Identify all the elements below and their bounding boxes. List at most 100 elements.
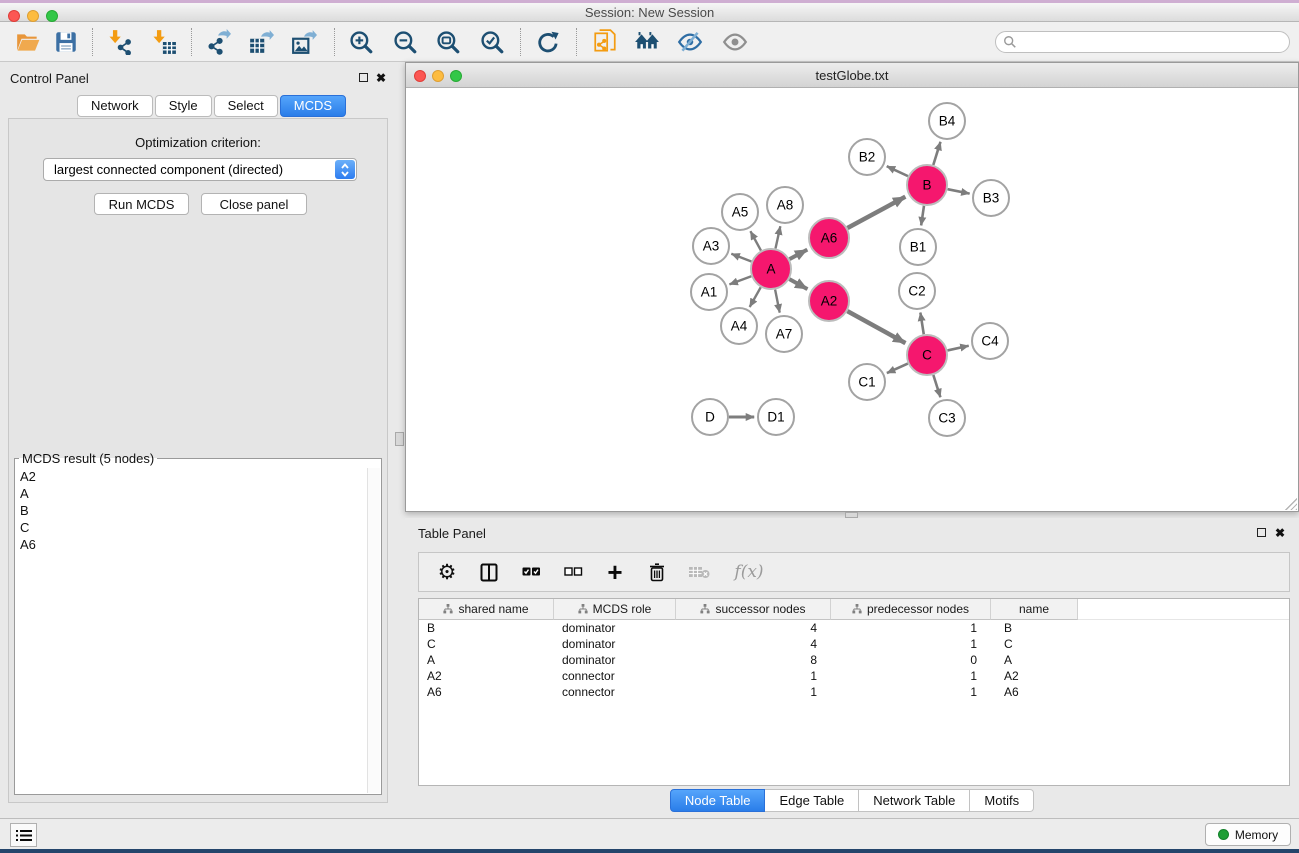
graph-edge-A-A3[interactable] xyxy=(731,254,751,262)
graph-edge-A-A2[interactable] xyxy=(789,279,807,289)
tab-mcds[interactable]: MCDS xyxy=(280,95,346,117)
table-cell[interactable]: dominator xyxy=(554,636,676,652)
graph-node-B1[interactable]: B1 xyxy=(900,229,936,265)
tab-network-table[interactable]: Network Table xyxy=(859,789,970,812)
graph-node-B[interactable]: B xyxy=(907,165,947,205)
table-cell[interactable]: A xyxy=(991,652,1078,668)
table-cell[interactable]: 4 xyxy=(676,636,831,652)
table-cell[interactable]: A6 xyxy=(991,684,1078,700)
float-panel-icon[interactable] xyxy=(359,73,368,82)
graph-edge-C-C3[interactable] xyxy=(933,375,940,397)
graph-node-B4[interactable]: B4 xyxy=(929,103,965,139)
table-row[interactable]: Adominator80A xyxy=(419,652,1289,668)
graph-node-D[interactable]: D xyxy=(692,399,728,435)
zoom-in-button[interactable] xyxy=(346,27,376,57)
export-network-button[interactable] xyxy=(203,27,233,57)
task-history-button[interactable] xyxy=(10,823,37,847)
close-panel-icon[interactable]: ✖ xyxy=(376,72,386,84)
select-all-rows-button[interactable] xyxy=(517,558,545,586)
tab-node-table[interactable]: Node Table xyxy=(670,789,766,812)
column-header-MCDS-role[interactable]: MCDS role xyxy=(554,599,676,620)
mcds-result-item[interactable]: A2 xyxy=(16,468,367,485)
graph-node-A2[interactable]: A2 xyxy=(809,281,849,321)
add-row-button[interactable]: + xyxy=(601,558,629,586)
graph-edge-B-B2[interactable] xyxy=(887,166,908,176)
memory-button[interactable]: Memory xyxy=(1205,823,1291,846)
graph-node-C[interactable]: C xyxy=(907,335,947,375)
table-cell[interactable]: 1 xyxy=(676,668,831,684)
table-cell[interactable]: 1 xyxy=(676,684,831,700)
tab-select[interactable]: Select xyxy=(214,95,278,117)
tab-network[interactable]: Network xyxy=(77,95,153,117)
graph-edge-A2-C[interactable] xyxy=(847,311,905,343)
graph-edge-C-C4[interactable] xyxy=(947,346,968,351)
graph-edge-A-A7[interactable] xyxy=(775,290,780,313)
column-header-predecessor-nodes[interactable]: predecessor nodes xyxy=(831,599,991,620)
table-cell[interactable]: connector xyxy=(554,668,676,684)
mcds-result-item[interactable]: B xyxy=(16,502,367,519)
show-all-button[interactable] xyxy=(720,27,750,57)
network-canvas[interactable]: AA1A2A3A4A5A6A7A8BB1B2B3B4CC1C2C3C4DD1 xyxy=(406,88,1298,511)
table-cell[interactable]: 1 xyxy=(831,620,991,636)
table-row[interactable]: A6connector11A6 xyxy=(419,684,1289,700)
graph-node-C2[interactable]: C2 xyxy=(899,273,935,309)
table-settings-button[interactable]: ⚙ xyxy=(433,558,461,586)
table-cell[interactable]: B xyxy=(419,620,554,636)
graph-node-A5[interactable]: A5 xyxy=(722,194,758,230)
save-session-button[interactable] xyxy=(51,27,81,57)
home-view-button[interactable] xyxy=(632,27,662,57)
graph-node-C4[interactable]: C4 xyxy=(972,323,1008,359)
table-cell[interactable]: A2 xyxy=(991,668,1078,684)
graph-edge-A-A5[interactable] xyxy=(750,231,761,250)
table-close-panel-icon[interactable]: ✖ xyxy=(1275,527,1285,539)
table-cell[interactable]: 1 xyxy=(831,636,991,652)
table-row[interactable]: A2connector11A2 xyxy=(419,668,1289,684)
column-header-successor-nodes[interactable]: successor nodes xyxy=(676,599,831,620)
table-cell[interactable]: 0 xyxy=(831,652,991,668)
graph-node-A6[interactable]: A6 xyxy=(809,218,849,258)
graph-edge-B-B1[interactable] xyxy=(921,206,924,226)
graph-edge-C-C2[interactable] xyxy=(920,313,923,335)
table-cell[interactable]: A xyxy=(419,652,554,668)
table-float-panel-icon[interactable] xyxy=(1257,528,1266,537)
mcds-result-list[interactable]: A2ABCA6 xyxy=(16,468,367,793)
graph-node-C1[interactable]: C1 xyxy=(849,364,885,400)
table-cell[interactable]: A2 xyxy=(419,668,554,684)
tab-style[interactable]: Style xyxy=(155,95,212,117)
delete-table-button[interactable] xyxy=(685,558,713,586)
window-resize-grip[interactable] xyxy=(1285,498,1297,510)
table-cell[interactable]: 4 xyxy=(676,620,831,636)
export-image-button[interactable] xyxy=(289,27,319,57)
close-panel-button[interactable]: Close panel xyxy=(201,193,307,215)
search-input[interactable] xyxy=(1017,33,1289,51)
graph-node-A1[interactable]: A1 xyxy=(691,274,727,310)
open-session-button[interactable] xyxy=(13,27,43,57)
graph-node-B2[interactable]: B2 xyxy=(849,139,885,175)
graph-node-A8[interactable]: A8 xyxy=(767,187,803,223)
hide-selected-button[interactable] xyxy=(675,27,705,57)
table-cell[interactable]: 1 xyxy=(831,668,991,684)
mcds-result-item[interactable]: A6 xyxy=(16,536,367,553)
function-builder-button[interactable]: f(x) xyxy=(727,558,771,586)
tab-motifs[interactable]: Motifs xyxy=(970,789,1034,812)
table-cell[interactable]: A6 xyxy=(419,684,554,700)
node-table[interactable]: shared nameMCDS rolesuccessor nodesprede… xyxy=(418,598,1290,786)
graph-node-A7[interactable]: A7 xyxy=(766,316,802,352)
graph-edge-A-A1[interactable] xyxy=(729,276,751,284)
run-mcds-button[interactable]: Run MCDS xyxy=(94,193,189,215)
graph-node-A3[interactable]: A3 xyxy=(693,228,729,264)
graph-edge-A-A6[interactable] xyxy=(790,250,808,260)
graph-edge-B-B4[interactable] xyxy=(933,142,940,165)
graph-edge-A6-B[interactable] xyxy=(847,197,905,228)
table-cell[interactable]: C xyxy=(991,636,1078,652)
graph-node-D1[interactable]: D1 xyxy=(758,399,794,435)
tab-edge-table[interactable]: Edge Table xyxy=(765,789,859,812)
graph-edge-A-A8[interactable] xyxy=(775,226,780,248)
table-cell[interactable]: connector xyxy=(554,684,676,700)
import-network-button[interactable] xyxy=(105,27,135,57)
import-table-button[interactable] xyxy=(149,27,179,57)
table-cell[interactable]: C xyxy=(419,636,554,652)
result-scrollbar[interactable] xyxy=(367,468,380,793)
table-cell[interactable]: B xyxy=(991,620,1078,636)
graph-edge-A-A4[interactable] xyxy=(750,287,761,307)
